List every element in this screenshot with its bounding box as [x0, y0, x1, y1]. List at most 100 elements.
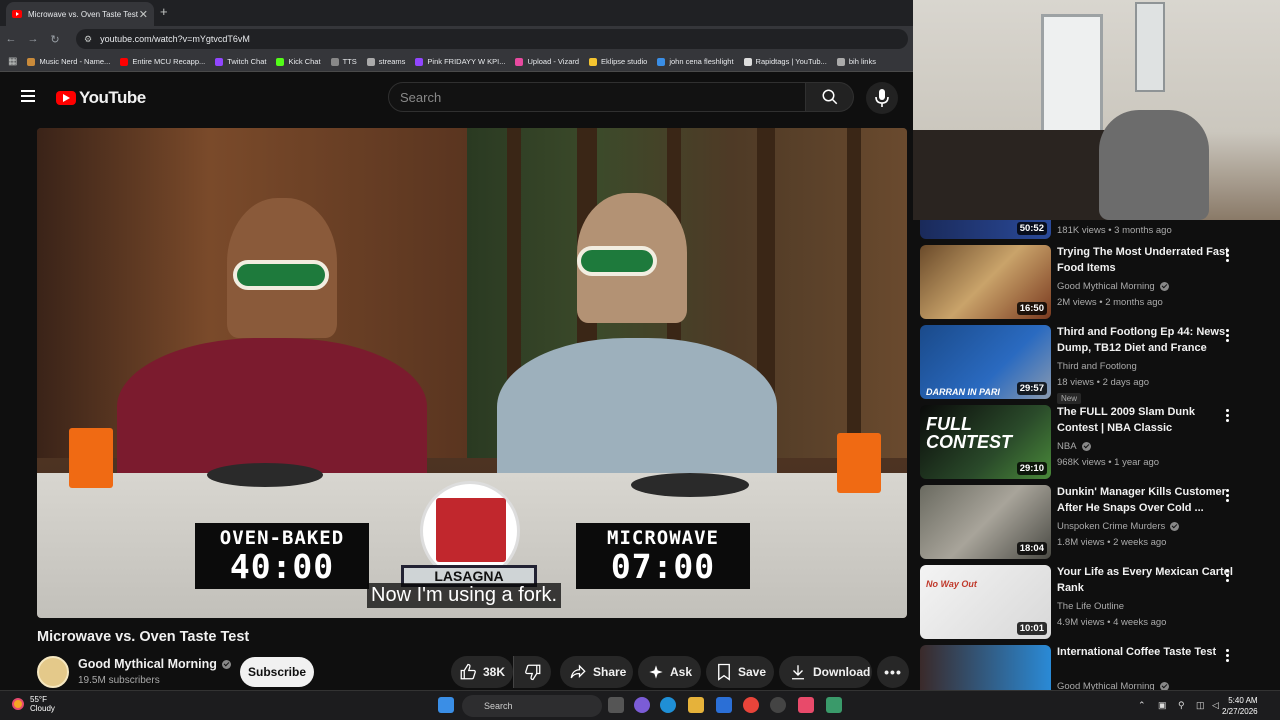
- search-input[interactable]: Search: [388, 82, 806, 112]
- tray-pin-icon[interactable]: ⚲: [1178, 700, 1185, 711]
- recommended-video-title[interactable]: Dunkin' Manager Kills Customer After He …: [1057, 485, 1237, 516]
- app-icon[interactable]: [770, 697, 786, 713]
- recommended-video-title[interactable]: Your Life as Every Mexican Cartel Rank: [1057, 565, 1237, 596]
- voice-search-button[interactable]: [866, 82, 898, 114]
- start-icon[interactable]: [438, 697, 454, 713]
- taskbar-search[interactable]: Search: [462, 695, 602, 717]
- video-duration: 10:01: [1016, 622, 1047, 635]
- bookmark-item[interactable]: Kick Chat: [276, 57, 321, 66]
- reload-icon[interactable]: ↻: [44, 33, 66, 46]
- recommended-video[interactable]: 50:52 181K views • 3 months ago: [920, 220, 1270, 241]
- address-bar[interactable]: ⚙ youtube.com/watch?v=mYgtvcdT6vM: [76, 29, 908, 49]
- bookmark-item[interactable]: bih links: [836, 57, 876, 66]
- more-vertical-icon[interactable]: [1226, 249, 1230, 263]
- channel-name[interactable]: Good Mythical Morning: [78, 657, 231, 671]
- subscribe-button[interactable]: Subscribe: [240, 657, 314, 687]
- tray-app-icon[interactable]: ▣: [1158, 700, 1167, 711]
- channel-avatar[interactable]: [37, 656, 69, 688]
- volume-icon[interactable]: ◁: [1212, 700, 1219, 711]
- music-icon[interactable]: [798, 697, 814, 713]
- youtube-favicon-icon: [12, 10, 22, 18]
- video-thumbnail[interactable]: 50:52: [920, 220, 1051, 239]
- video-thumbnail[interactable]: 16:50: [920, 245, 1051, 319]
- recommended-video[interactable]: 18:04 Dunkin' Manager Kills Customer Afte…: [920, 485, 1270, 561]
- bookmark-favicon-icon: [743, 57, 752, 66]
- recommended-channel[interactable]: Good Mythical Morning: [1057, 281, 1169, 292]
- share-button[interactable]: Share: [560, 656, 633, 688]
- bookmark-item[interactable]: Rapidtags | YouTub...: [743, 57, 827, 66]
- copilot-icon[interactable]: [634, 697, 650, 713]
- bookmark-item[interactable]: john cena fleshlight: [657, 57, 734, 66]
- notepad-icon[interactable]: [826, 697, 842, 713]
- tray-chevron-icon[interactable]: ⌃: [1138, 700, 1146, 711]
- bookmark-label: Entire MCU Recapp...: [132, 57, 206, 66]
- bookmark-label: Pink FRIDAYY W KPI...: [427, 57, 506, 66]
- bookmark-item[interactable]: TTS: [330, 57, 357, 66]
- save-button[interactable]: Save: [706, 656, 774, 688]
- close-tab-icon[interactable]: ✕: [139, 8, 148, 21]
- microwave-timer: MICROWAVE 07:00: [576, 523, 750, 589]
- new-tab-icon[interactable]: +: [160, 4, 168, 19]
- file-explorer-icon[interactable]: [688, 697, 704, 713]
- recommended-video[interactable]: FULL CONTEST 29:10 The FULL 2009 Slam Dunk…: [920, 405, 1270, 481]
- recommended-video-title[interactable]: Third and Footlong Ep 44: News Dump, TB1…: [1057, 325, 1237, 356]
- back-icon[interactable]: ←: [0, 33, 22, 45]
- system-clock[interactable]: 5:40 AM 2/27/2026: [1222, 695, 1258, 717]
- more-vertical-icon[interactable]: [1226, 569, 1230, 583]
- video-thumbnail[interactable]: [920, 645, 1051, 690]
- recommended-meta: 181K views • 3 months ago: [1057, 225, 1172, 236]
- recommended-channel[interactable]: Third and Footlong: [1057, 361, 1137, 372]
- task-view-icon[interactable]: [608, 697, 624, 713]
- site-info-icon[interactable]: ⚙: [84, 34, 92, 45]
- recommended-video-title[interactable]: The FULL 2009 Slam Dunk Contest | NBA Cl…: [1057, 405, 1237, 436]
- video-thumbnail[interactable]: No Way Out 10:01: [920, 565, 1051, 639]
- video-thumbnail[interactable]: 18:04: [920, 485, 1051, 559]
- more-vertical-icon[interactable]: [1226, 329, 1230, 343]
- video-thumbnail[interactable]: FULL CONTEST 29:10: [920, 405, 1051, 479]
- like-button[interactable]: 38K: [451, 656, 513, 688]
- weather-widget[interactable]: 55°F Cloudy: [12, 695, 55, 713]
- apps-grid-icon[interactable]: ▦: [8, 56, 17, 67]
- more-vertical-icon[interactable]: [1226, 649, 1230, 663]
- recommended-video-title[interactable]: International Coffee Taste Test: [1057, 645, 1237, 661]
- wifi-icon[interactable]: ◫: [1196, 700, 1205, 711]
- store-icon[interactable]: [716, 697, 732, 713]
- video-player[interactable]: OVEN-BAKED 40:00 MICROWAVE 07:00 LASAGNA…: [37, 128, 907, 618]
- oven-time: 40:00: [229, 547, 335, 586]
- recommended-channel[interactable]: Unspoken Crime Murders: [1057, 521, 1180, 532]
- bookmark-item[interactable]: Entire MCU Recapp...: [120, 57, 205, 66]
- browser-tab[interactable]: Microwave vs. Oven Taste Test ✕: [6, 2, 154, 26]
- hamburger-menu-icon[interactable]: [21, 90, 35, 102]
- recommended-channel[interactable]: NBA: [1057, 441, 1091, 452]
- edge-icon[interactable]: [660, 697, 676, 713]
- bookmark-item[interactable]: Music Nerd - Name...: [27, 57, 110, 66]
- chrome-icon[interactable]: [743, 697, 759, 713]
- bookmark-item[interactable]: Eklipse studio: [589, 57, 647, 66]
- thumbs-down-icon: [525, 664, 541, 681]
- video-thumbnail[interactable]: DARRAN IN PARI 29:57: [920, 325, 1051, 399]
- more-vertical-icon[interactable]: [1226, 489, 1230, 503]
- bookmark-item[interactable]: Twitch Chat: [215, 57, 266, 66]
- mug-left: [69, 428, 113, 488]
- more-actions-button[interactable]: •••: [877, 656, 909, 688]
- oven-label: OVEN-BAKED: [219, 527, 345, 549]
- forward-icon[interactable]: →: [22, 33, 44, 45]
- dislike-button[interactable]: [513, 656, 551, 688]
- search-button[interactable]: [806, 82, 854, 112]
- recommended-video[interactable]: 16:50 Trying The Most Underrated Fast Foo…: [920, 245, 1270, 321]
- bookmark-item[interactable]: Upload - Vizard: [515, 57, 579, 66]
- recommended-meta: 4.9M views • 4 weeks ago: [1057, 617, 1167, 628]
- bookmark-item[interactable]: streams: [366, 57, 405, 66]
- bookmark-item[interactable]: Pink FRIDAYY W KPI...: [415, 57, 505, 66]
- youtube-logo[interactable]: YouTube: [56, 88, 146, 108]
- recommended-video[interactable]: No Way Out 10:01 Your Life as Every Mexica…: [920, 565, 1270, 641]
- recommended-video[interactable]: International Coffee Taste Test Good Myth…: [920, 645, 1270, 690]
- recommended-channel[interactable]: The Life Outline: [1057, 601, 1124, 612]
- verified-icon: [1159, 682, 1169, 690]
- ask-button[interactable]: Ask: [638, 656, 701, 688]
- more-vertical-icon[interactable]: [1226, 409, 1230, 423]
- recommended-video-title[interactable]: Trying The Most Underrated Fast Food Ite…: [1057, 245, 1237, 276]
- download-button[interactable]: Download: [779, 656, 872, 688]
- recommended-video[interactable]: DARRAN IN PARI 29:57 Third and Footlong Ep…: [920, 325, 1270, 404]
- recommended-channel[interactable]: Good Mythical Morning: [1057, 681, 1169, 690]
